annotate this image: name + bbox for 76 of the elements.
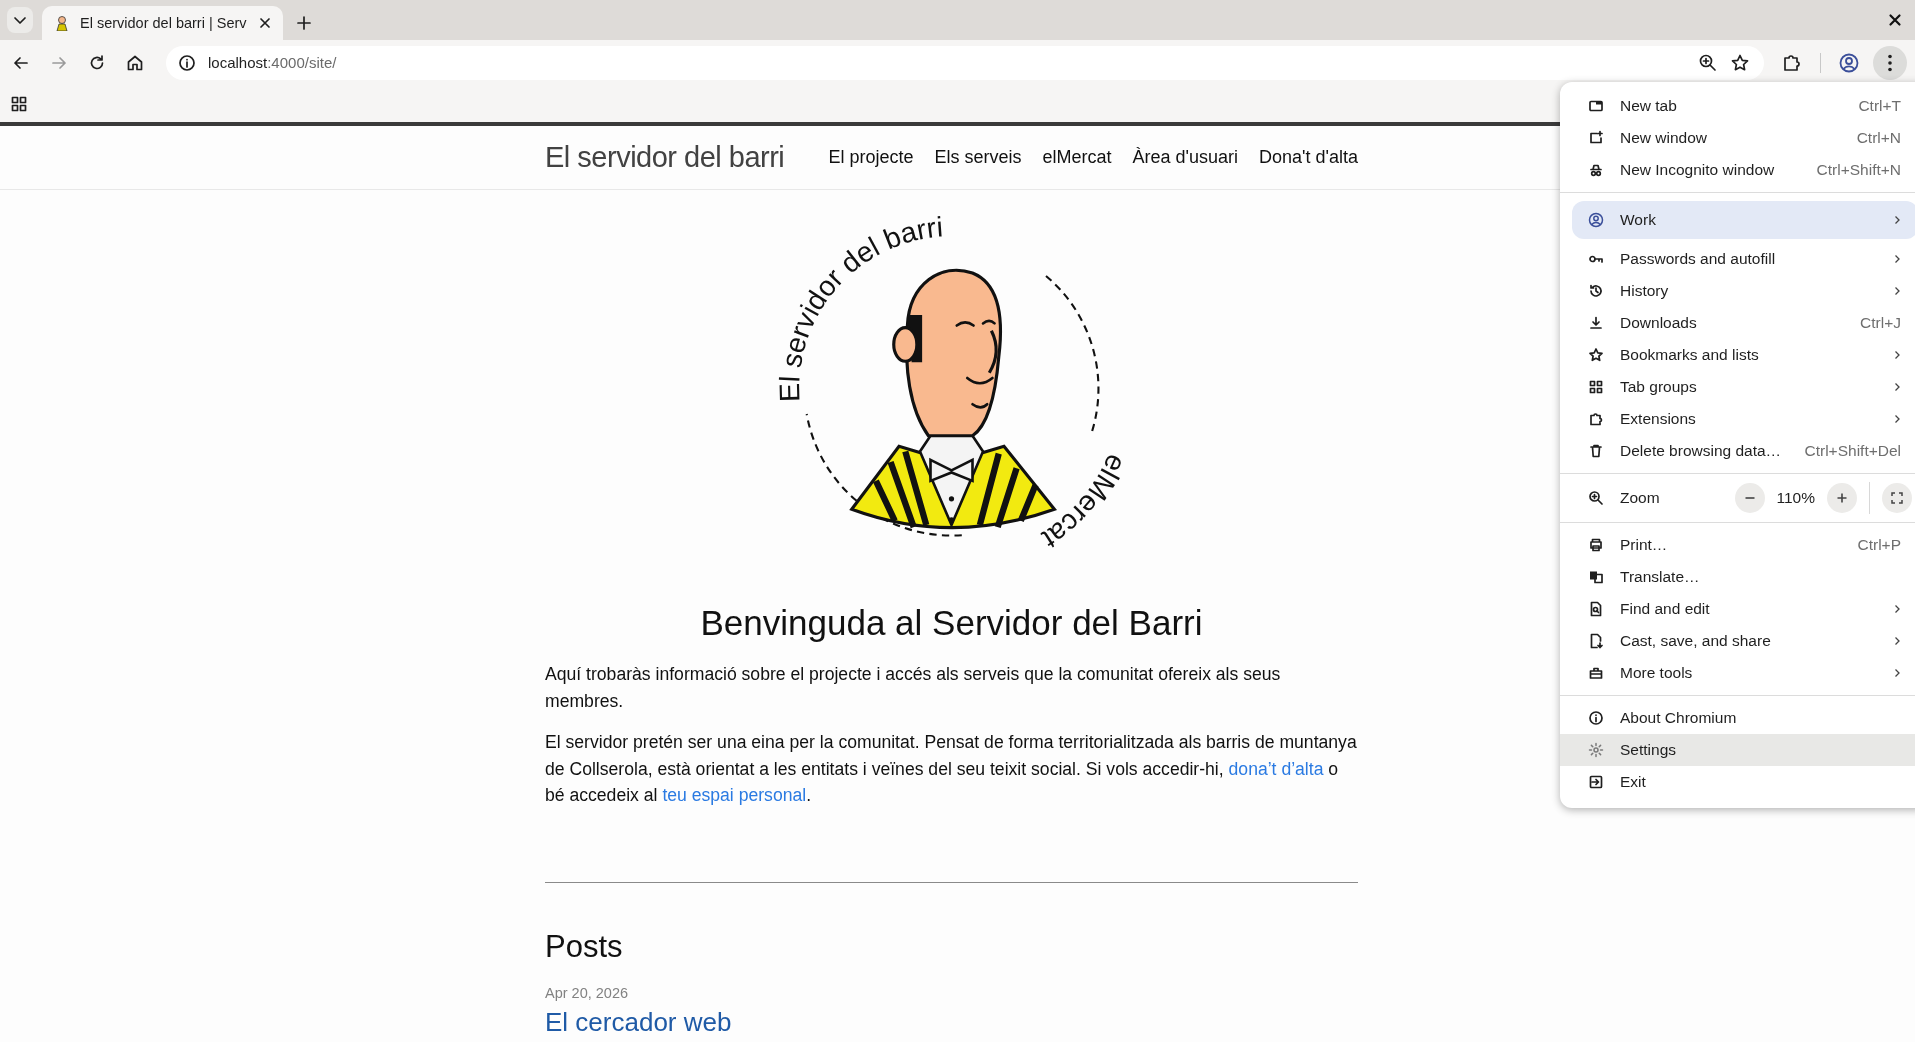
plus-icon[interactable]: [1827, 483, 1857, 513]
menu-item[interactable]: Translate…: [1560, 561, 1915, 593]
shortcut-text: Ctrl+J: [1860, 314, 1901, 332]
profile-icon[interactable]: [1838, 51, 1860, 74]
shortcut-text: Ctrl+Shift+N: [1816, 161, 1901, 179]
menu-item[interactable]: Passwords and autofill: [1560, 243, 1915, 275]
browser-tab[interactable]: El servidor del barri | Serv: [42, 6, 283, 40]
document-arrow-icon: [1588, 633, 1604, 649]
post-title-link[interactable]: El cercador web: [545, 1006, 732, 1038]
printer-icon: [1588, 537, 1604, 553]
nav-link[interactable]: El projecte: [828, 147, 914, 168]
puzzle-icon: [1588, 411, 1604, 427]
history-icon: [1588, 283, 1604, 299]
menu-item[interactable]: More tools: [1560, 657, 1915, 689]
shortcut-text: Ctrl+N: [1856, 129, 1901, 147]
info-icon[interactable]: [178, 53, 196, 72]
zoom-icon[interactable]: [1698, 52, 1718, 73]
info-icon: [1588, 710, 1604, 726]
zoom-level: 110%: [1776, 489, 1815, 507]
favicon-icon: [54, 15, 70, 31]
menu-item[interactable]: Cast, save, and share: [1560, 625, 1915, 657]
trash-icon: [1588, 443, 1604, 459]
site-title-link[interactable]: El servidor del barri: [545, 141, 785, 174]
menu-item[interactable]: Extensions: [1560, 403, 1915, 435]
star-icon: [1588, 347, 1604, 363]
new-tab-icon: [1588, 98, 1604, 114]
tab-title: El servidor del barri | Serv: [80, 15, 247, 31]
nav-link[interactable]: Dona't d'alta: [1259, 147, 1358, 168]
toolbox-icon: [1588, 665, 1604, 681]
zoom-icon: [1588, 490, 1604, 506]
nav-link[interactable]: Els serveis: [934, 147, 1022, 168]
text-link[interactable]: dona’t d’alta: [1228, 758, 1324, 779]
menu-item[interactable]: New Incognito window Ctrl+Shift+N: [1560, 154, 1915, 186]
shortcut-text: Ctrl+P: [1857, 536, 1901, 554]
download-icon: [1588, 315, 1604, 331]
menu-item[interactable]: Exit: [1560, 766, 1915, 798]
close-icon[interactable]: [1887, 12, 1903, 28]
menu-item[interactable]: Delete browsing data… Ctrl+Shift+Del: [1560, 435, 1915, 467]
menu-item[interactable]: Downloads Ctrl+J: [1560, 307, 1915, 339]
document-search-icon: [1588, 601, 1604, 617]
settings-icon: [1588, 742, 1604, 758]
menu-item[interactable]: Bookmarks and lists: [1560, 339, 1915, 371]
menu-item[interactable]: Work: [1572, 201, 1915, 239]
url-text: localhost:4000/site/: [208, 54, 337, 71]
profile-icon: [1588, 212, 1604, 228]
menu-item[interactable]: Find and edit: [1560, 593, 1915, 625]
apps-grid-icon[interactable]: [11, 95, 27, 112]
incognito-icon: [1588, 162, 1604, 178]
exit-icon: [1588, 774, 1604, 790]
menu-item[interactable]: Settings: [1560, 734, 1915, 766]
post-date: Apr 20, 2026: [545, 984, 630, 1001]
paragraph: El servidor pretén ser una eina per la comunitat. Pensat de forma territorialitzada als barris de muntanya de Collserola, està orientat a les entitats i veïnes del seu teixit social. Si vols accedir-hi, dona’t d’alta o bé accedeix al teu espai personal.: [545, 731, 1358, 807]
menu-icon[interactable]: [1873, 45, 1907, 80]
bookmark-star-icon[interactable]: [1730, 52, 1750, 73]
fullscreen-icon[interactable]: [1882, 483, 1912, 513]
section-heading: Posts: [545, 928, 624, 965]
new-tab-icon[interactable]: [294, 14, 313, 32]
grid-icon: [1588, 379, 1604, 395]
menu-item[interactable]: New tab Ctrl+T: [1560, 90, 1915, 122]
text-link[interactable]: teu espai personal: [662, 785, 807, 805]
translate-icon: [1588, 569, 1604, 585]
nav-link[interactable]: Àrea d'usuari: [1132, 147, 1239, 168]
shortcut-text: Ctrl+T: [1858, 97, 1901, 115]
paragraph: Aquí trobaràs informació sobre el projecte i accés als serveis que la comunitat ofereix als seus membres.: [545, 663, 1282, 713]
menu-item[interactable]: Print… Ctrl+P: [1560, 529, 1915, 561]
shortcut-text: Ctrl+Shift+Del: [1804, 442, 1901, 460]
tab-search-icon[interactable]: [6, 6, 34, 34]
menu-item[interactable]: Tab groups: [1560, 371, 1915, 403]
new-window-icon: [1588, 130, 1604, 146]
address-bar[interactable]: localhost:4000/site/: [166, 45, 1764, 80]
menu-item[interactable]: New window Ctrl+N: [1560, 122, 1915, 154]
menu-item[interactable]: About Chromium: [1560, 702, 1915, 734]
page-heading: Benvinguda al Servidor del Barri: [699, 603, 1204, 643]
nav-link[interactable]: elMercat: [1042, 147, 1112, 168]
zoom-row[interactable]: Zoom 110%: [1560, 480, 1915, 516]
menu-item[interactable]: History: [1560, 275, 1915, 307]
